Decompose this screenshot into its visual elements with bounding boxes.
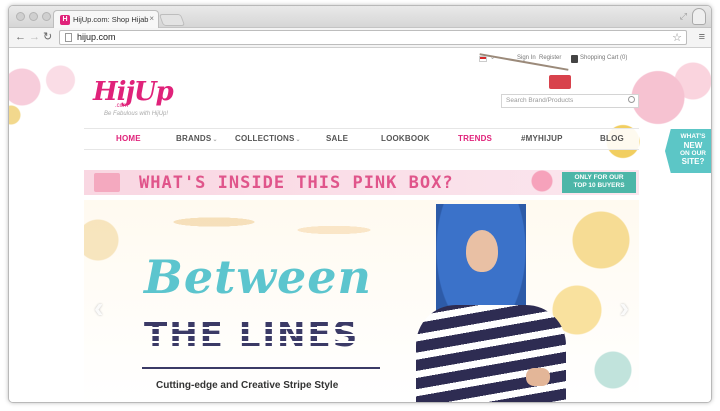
nav-item-myhijup[interactable]: #MYHIJUP [521,134,563,143]
chevron-down-icon: ⌄ [295,137,301,143]
close-window-button[interactable] [16,12,25,21]
close-tab-icon[interactable]: × [149,14,154,23]
chevron-down-icon[interactable]: ⌄ [490,54,495,61]
search-icon[interactable] [628,96,635,103]
back-icon[interactable]: ← [15,31,26,44]
hero-divider [142,367,380,369]
prev-slide-arrow-icon[interactable]: ‹ [94,292,103,324]
forward-icon[interactable]: → [29,31,40,44]
web-page: HijUp .com Be Fabulous with HijUp! ⌄ Sig… [9,49,711,402]
tab-bar: H HijUp.com: Shop Hijab Fashion × ⤢ [9,6,711,29]
hero-title-line-1: Between [144,250,372,304]
badge-line-2: NEW [683,140,703,150]
nav-item-home[interactable]: HOME [116,134,141,143]
address-bar[interactable]: hijup.com ☆ [59,30,687,45]
browser-tab[interactable]: H HijUp.com: Shop Hijab Fashion × [53,10,159,29]
top-buyers-badge: ONLY FOR OUR TOP 10 BUYERS [562,172,636,193]
tagline: Be Fabulous with HijUp! [104,111,169,117]
logo-sub: .com [115,103,129,109]
zoom-window-button[interactable] [42,12,51,21]
flower-decoration [524,170,560,195]
bookmark-star-icon[interactable]: ☆ [672,31,682,44]
reload-icon[interactable]: ↻ [43,31,52,44]
browser-window: H HijUp.com: Shop Hijab Fashion × ⤢ ← → … [8,5,712,403]
nav-item-sale[interactable]: SALE [326,134,348,143]
search-input[interactable]: Search Brand/Products [506,97,573,104]
whats-new-text: WHAT'S NEW ON OUR SITE? [675,133,711,166]
menu-icon[interactable]: ≡ [699,32,705,43]
page-icon [65,33,72,42]
floral-decoration-left [84,200,134,400]
next-slide-arrow-icon[interactable]: › [620,292,629,324]
new-tab-button[interactable] [158,14,186,26]
logo-text: HijUp [93,77,174,107]
browser-toolbar: ← → ↻ hijup.com ☆ ≡ [9,28,711,48]
profile-icon[interactable] [692,8,706,25]
fullscreen-icon[interactable]: ⤢ [680,11,687,22]
nav-item-blog[interactable]: BLOG [600,134,624,143]
url-text[interactable]: hijup.com [77,32,116,42]
language-flag-icon[interactable] [479,56,487,62]
hero-slider[interactable]: ‹ › Between THE LINES Cutting-edge and C… [84,200,639,402]
hero-title-line-2: THE LINES [144,315,360,355]
nav-item-collections[interactable]: COLLECTIONS⌄ [235,134,301,143]
lantern-decoration [549,75,571,89]
pink-box-image [94,173,120,192]
striped-shirt-shape [416,305,566,402]
hero-subtitle: Cutting-edge and Creative Stripe Style [156,380,339,391]
tab-title: HijUp.com: Shop Hijab Fashion [73,15,151,24]
badge-line-2: TOP 10 BUYERS [573,182,625,189]
promo-headline: WHAT'S INSIDE THIS PINK BOX? [139,173,454,193]
nav-item-brands[interactable]: BRANDS⌄ [176,134,218,143]
whats-new-badge[interactable]: WHAT'S NEW ON OUR SITE? [665,129,711,173]
main-navigation: HOME BRANDS⌄ COLLECTIONS⌄ SALE LOOKBOOK … [84,128,639,150]
hijup-favicon-icon: H [60,15,70,25]
register-link[interactable]: Register [539,55,561,61]
minimize-window-button[interactable] [29,12,38,21]
top-buyers-text: ONLY FOR OUR TOP 10 BUYERS [562,174,636,190]
hand-shape [526,368,550,386]
shopping-bag-icon[interactable] [571,55,578,63]
nav-item-trends[interactable]: TRENDS [458,134,492,143]
badge-line-4: SITE? [681,157,705,166]
model-photo [406,200,586,402]
chevron-down-icon: ⌄ [212,137,218,143]
badge-line-3: ON OUR [680,149,706,157]
floral-decoration-left [9,59,99,129]
promo-banner[interactable]: WHAT'S INSIDE THIS PINK BOX? ONLY FOR OU… [84,170,639,195]
sign-in-link[interactable]: Sign In [517,55,536,61]
nav-item-lookbook[interactable]: LOOKBOOK [381,134,430,143]
search-box[interactable]: Search Brand/Products [501,94,639,108]
shopping-cart-link[interactable]: Shopping Cart (0) [580,55,627,61]
badge-line-1: WHAT'S [680,133,706,140]
face-shape [466,230,498,272]
badge-line-1: ONLY FOR OUR [574,174,624,181]
branch-decoration [124,206,424,246]
